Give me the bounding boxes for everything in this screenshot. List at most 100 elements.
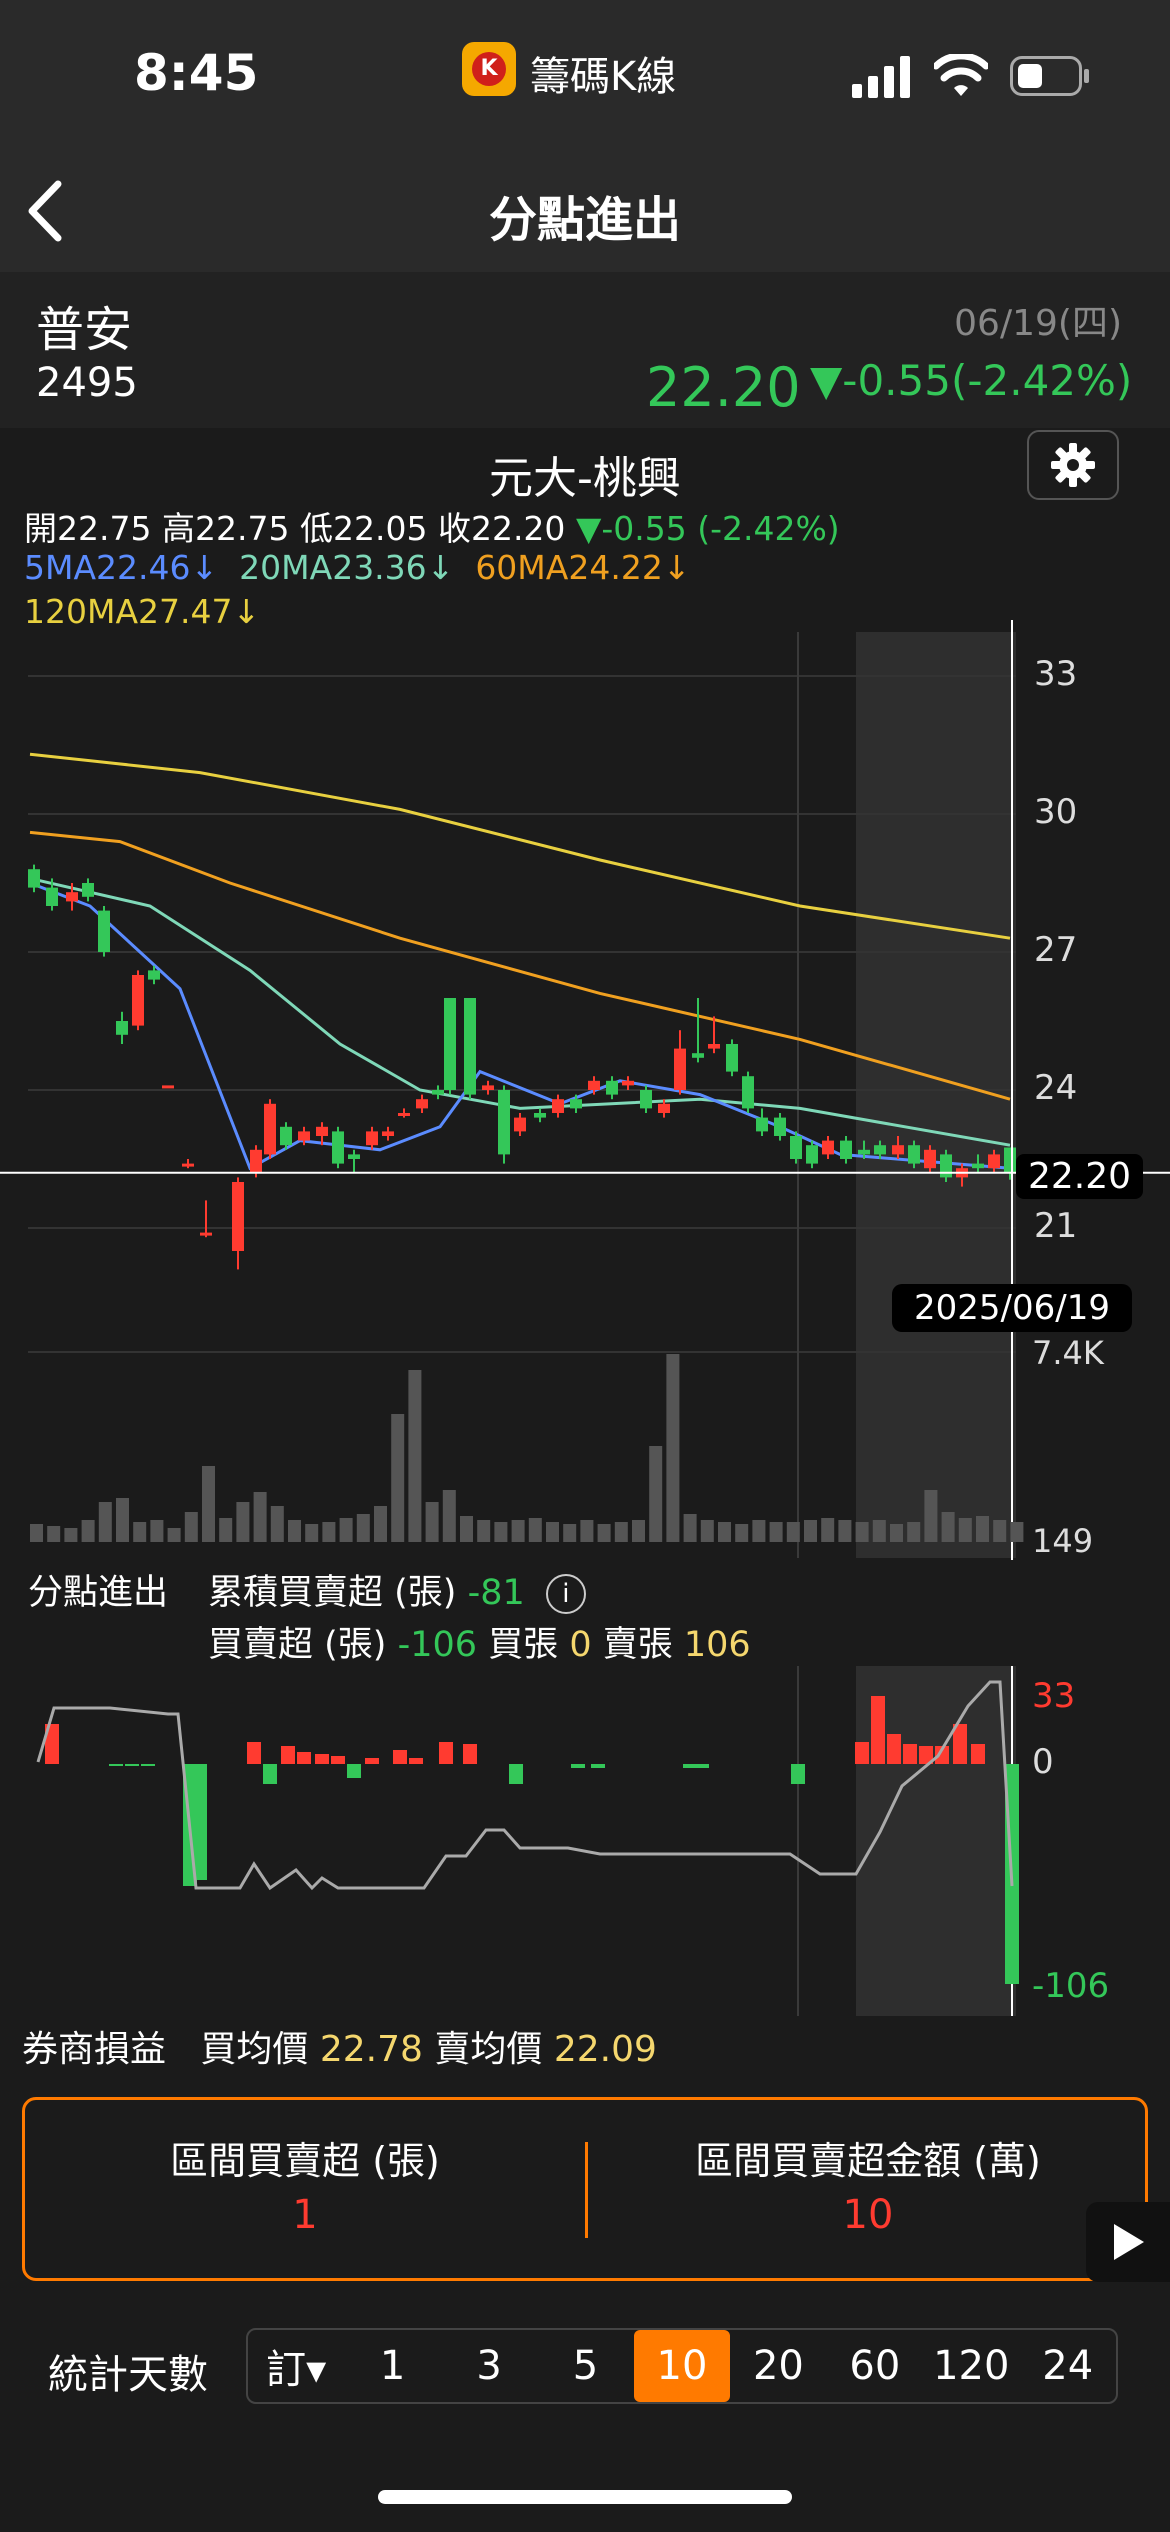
- sell-avg-label: 賣均價: [434, 2029, 543, 2070]
- flow-tick-min: -106: [1032, 1966, 1110, 2006]
- candle-body: [316, 1126, 328, 1136]
- flow-bar: [109, 1764, 123, 1766]
- flow-bar: [571, 1764, 585, 1768]
- home-indicator: [378, 2490, 792, 2504]
- volume-bar: [546, 1522, 559, 1542]
- flow-bar: [125, 1764, 139, 1766]
- day-option-120[interactable]: 120: [923, 2330, 1019, 2402]
- days-selector: 訂▾ 1 3 5 10 20 60 120 24: [246, 2328, 1118, 2404]
- buy-avg-value: 22.78: [319, 2029, 423, 2070]
- volume-bar: [838, 1520, 852, 1542]
- candle-body: [514, 1117, 526, 1132]
- volume-bar: [993, 1520, 1007, 1542]
- info-icon[interactable]: i: [545, 1574, 586, 1614]
- day-option-10[interactable]: 10: [633, 2330, 731, 2402]
- candle-body: [132, 975, 144, 1026]
- day-option-60[interactable]: 60: [827, 2330, 923, 2402]
- candlestick-chart[interactable]: [0, 620, 1170, 1560]
- flow-bar: [683, 1764, 697, 1768]
- play-button[interactable]: [1086, 2202, 1170, 2282]
- volume-bar: [305, 1524, 319, 1542]
- candle-body: [874, 1145, 886, 1155]
- volume-bar: [477, 1520, 491, 1542]
- volume-bar: [391, 1414, 405, 1542]
- candle-body: [552, 1099, 564, 1113]
- day-option-240[interactable]: 24: [1020, 2330, 1116, 2402]
- day-option-1[interactable]: 1: [344, 2330, 440, 2402]
- candle-body: [348, 1154, 360, 1159]
- volume-bar: [98, 1502, 112, 1542]
- volume-bar: [804, 1520, 817, 1542]
- volume-bar: [494, 1522, 508, 1542]
- candle-body: [232, 1182, 244, 1251]
- flow-bar: [871, 1696, 885, 1764]
- settings-button[interactable]: [1027, 430, 1119, 500]
- flow-bar: [463, 1744, 477, 1764]
- volume-bar: [632, 1520, 645, 1542]
- price-tick-30: 30: [1034, 792, 1078, 832]
- volume-bar: [1010, 1522, 1024, 1542]
- net-line: 買賣超 (張) -106 買張 0 賣張 106: [208, 1616, 751, 1667]
- ohlc-line: 開22.75 高22.75 低22.05 收22.20 ▼-0.55 (-2.4…: [24, 502, 840, 550]
- volume-bar: [64, 1528, 78, 1542]
- page-title: 分點進出: [488, 192, 681, 248]
- flow-bar: [971, 1744, 985, 1764]
- candle-body: [398, 1113, 410, 1116]
- candle-body: [588, 1080, 600, 1090]
- buy-value: 0: [569, 1625, 592, 1665]
- volume-bar: [735, 1524, 749, 1542]
- candle-body: [742, 1076, 754, 1109]
- stock-header: 普安 2495 06/19(四) 22.20 ▼-0.55(-2.42%): [0, 272, 1170, 428]
- flow-bar: [393, 1750, 407, 1764]
- broker-name: 元大-桃興: [489, 453, 681, 504]
- gear-icon: [1051, 443, 1095, 487]
- candle-body: [840, 1140, 852, 1159]
- nav-bar: 分點進出: [0, 150, 1170, 272]
- volume-bar: [425, 1502, 439, 1542]
- candle-body: [708, 1044, 720, 1049]
- candle-body: [444, 998, 456, 1090]
- volume-bar: [339, 1518, 353, 1542]
- flow-bar: [439, 1742, 453, 1764]
- day-option-20[interactable]: 20: [730, 2330, 826, 2402]
- cum-value: -81: [467, 1573, 525, 1613]
- candle-body: [250, 1149, 262, 1173]
- volume-bar: [958, 1518, 972, 1542]
- price-tick-24: 24: [1034, 1068, 1078, 1108]
- close-label: 收: [437, 509, 471, 548]
- candle-body: [366, 1131, 378, 1146]
- volume-bar: [821, 1518, 835, 1542]
- flow-bar: [365, 1758, 379, 1764]
- volume-bar: [408, 1370, 422, 1542]
- flow-tick-max: 33: [1032, 1676, 1076, 1716]
- volume-bar: [253, 1492, 267, 1542]
- candle-body: [66, 892, 78, 902]
- open-label: 開: [24, 509, 57, 548]
- flow-bar: [855, 1742, 869, 1764]
- volume-bar: [47, 1526, 61, 1542]
- volume-bar: [890, 1524, 903, 1542]
- day-option-3[interactable]: 3: [441, 2330, 537, 2402]
- candle-body: [498, 1090, 510, 1155]
- pnl-label: 券商損益: [22, 2029, 167, 2070]
- volume-bar: [786, 1522, 800, 1542]
- volume-bar: [184, 1512, 198, 1542]
- day-option-custom[interactable]: 訂▾: [248, 2330, 344, 2402]
- volume-bar: [150, 1520, 164, 1542]
- ohlc-change: ▼-0.55 (-2.42%): [575, 509, 840, 548]
- price-tick-33: 33: [1034, 654, 1078, 694]
- interval-stats-box: 區間買賣超 (張) 1 區間買賣超金額 (萬) 10: [22, 2097, 1148, 2281]
- day-option-5[interactable]: 5: [537, 2330, 633, 2402]
- ma5-label: 5MA22.46↓: [24, 548, 219, 587]
- broker-flow-chart[interactable]: [0, 1666, 1170, 2020]
- candle-body: [1004, 1147, 1016, 1173]
- sell-label: 賣張: [602, 1625, 673, 1665]
- candle-body: [674, 1048, 686, 1090]
- sell-avg-value: 22.09: [553, 2029, 657, 2070]
- low-value: 22.05: [332, 509, 428, 548]
- current-price-tag: 22.20: [1016, 1154, 1144, 1199]
- open-value: 22.75: [57, 509, 152, 548]
- battery-icon: [1010, 56, 1089, 96]
- candle-body: [726, 1044, 738, 1072]
- candle-body: [264, 1103, 276, 1155]
